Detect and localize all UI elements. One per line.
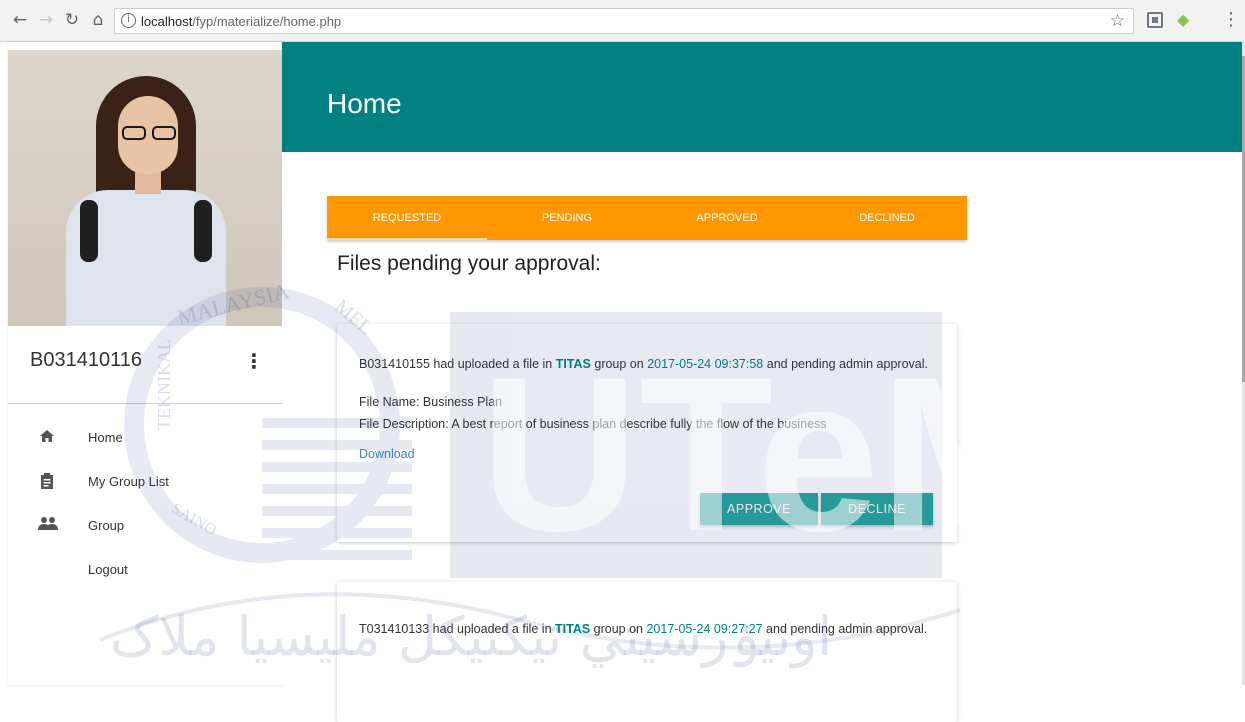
approve-button[interactable]: APPROVE [700, 493, 818, 525]
tab-approved[interactable]: APPROVED [647, 196, 807, 240]
user-menu-icon[interactable]: ⋮ [244, 349, 264, 373]
tab-declined[interactable]: DECLINED [807, 196, 967, 240]
android-extension-icon[interactable]: ◆ [1177, 10, 1189, 29]
page-title: Home [327, 88, 402, 119]
request-card: B031410155 had uploaded a file in TITAS … [337, 324, 957, 542]
sidebar-item-group[interactable]: Group [8, 506, 282, 546]
request-card: T031410133 had uploaded a file in TITAS … [337, 582, 957, 722]
back-icon[interactable]: ← [10, 10, 30, 30]
browser-menu-icon[interactable]: ⋮ [1222, 9, 1240, 30]
tab-pending[interactable]: PENDING [487, 196, 647, 240]
active-tab-indicator [327, 238, 487, 240]
user-id: B031410116 [30, 349, 142, 371]
download-link[interactable]: Download [359, 447, 415, 461]
sidebar-item-my-group-list[interactable]: My Group List [8, 462, 282, 502]
url-text: localhost/fyp/materialize/home.php [141, 14, 342, 29]
sidebar-item-label: My Group List [88, 474, 169, 489]
sidebar-item-label: Group [88, 518, 125, 533]
home-icon [38, 428, 56, 446]
forward-icon[interactable]: → [36, 10, 56, 30]
divider [8, 403, 282, 404]
sidebar-item-home[interactable]: Home [8, 418, 282, 458]
request-message: B031410155 had uploaded a file in TITAS … [359, 357, 928, 371]
info-icon[interactable]: i [121, 13, 136, 28]
sidebar-item-label: Logout [88, 562, 128, 577]
sidebar-item-logout[interactable]: Logout [8, 550, 282, 590]
section-title: Files pending your approval: [337, 252, 601, 275]
reload-icon[interactable]: ↻ [62, 10, 82, 30]
star-icon[interactable]: ☆ [1110, 11, 1125, 31]
clipboard-icon [38, 472, 56, 490]
file-description: File Description: A best report of busin… [359, 417, 827, 431]
status-tabs: REQUESTED PENDING APPROVED DECLINED [327, 196, 967, 240]
file-name: File Name: Business Plan [359, 395, 503, 409]
request-message: T031410133 had uploaded a file in TITAS … [359, 622, 928, 636]
profile-photo [8, 50, 282, 326]
side-navigation: B031410116 ⋮ Home My Group List Group Lo… [8, 42, 282, 685]
browser-toolbar: ← → ↻ ⌂ i localhost/fyp/materialize/home… [0, 0, 1245, 42]
tab-requested[interactable]: REQUESTED [327, 196, 487, 240]
decline-button[interactable]: DECLINE [821, 493, 933, 525]
people-icon [38, 516, 58, 534]
page-header: Home [282, 42, 1242, 152]
extension-icon[interactable] [1147, 12, 1163, 28]
browser-home-icon[interactable]: ⌂ [88, 10, 108, 30]
sidebar-item-label: Home [88, 430, 123, 445]
address-bar[interactable]: i localhost/fyp/materialize/home.php ☆ [114, 8, 1134, 34]
